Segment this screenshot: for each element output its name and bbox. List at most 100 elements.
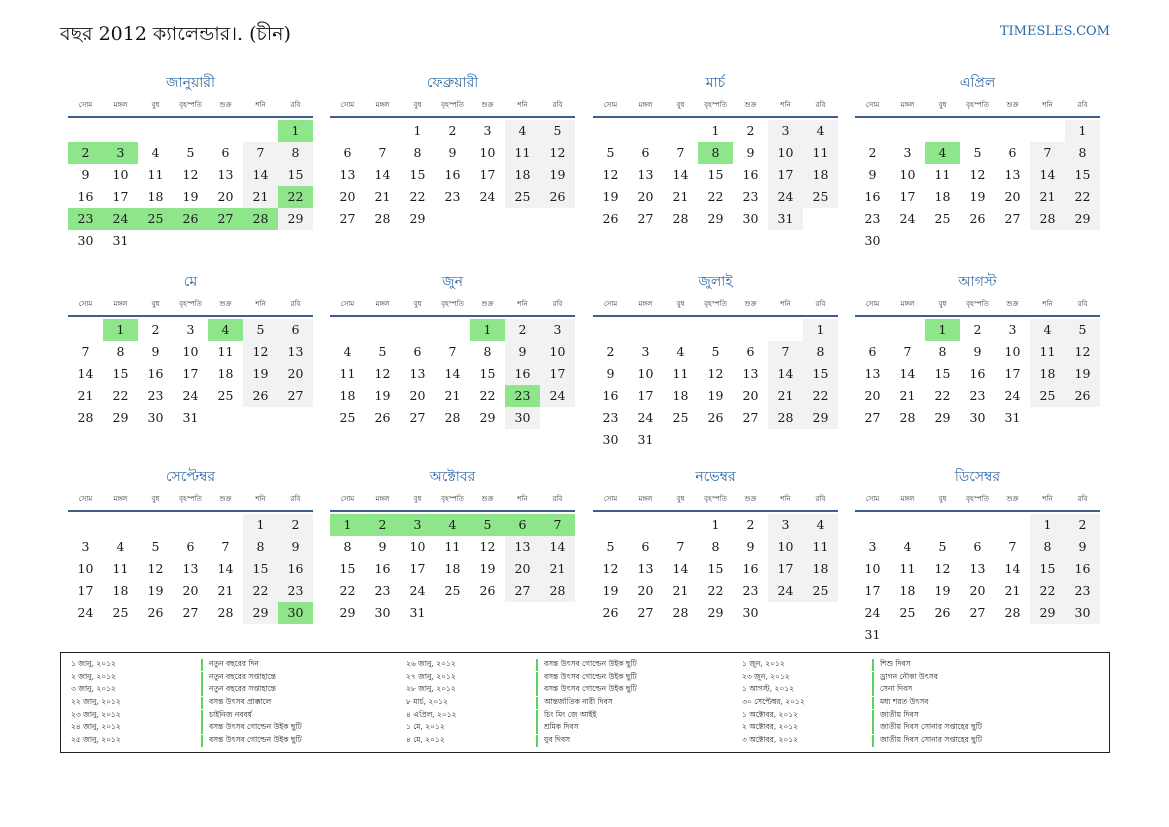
- holiday-day: 8: [698, 142, 733, 164]
- legend-item: ১ মে, ২০১২ শ্রমিক দিবস: [406, 722, 637, 735]
- day-cell: 11: [147, 167, 164, 182]
- holiday-day: 1: [925, 319, 960, 341]
- day-cell: 25: [934, 211, 951, 226]
- day-cell: 28: [1030, 208, 1065, 230]
- day-cell: 22: [409, 189, 426, 204]
- day-cell: 21: [768, 385, 803, 407]
- empty-day: [593, 514, 628, 536]
- day-cell: 13: [742, 366, 759, 381]
- day-cell: 15: [339, 561, 356, 576]
- day-cell: 18: [505, 164, 540, 186]
- day-cell: 8: [116, 344, 125, 359]
- legend-item: ১ আগস্ট, ২০১২ সেনা দিবস: [742, 684, 982, 697]
- empty-day: [593, 319, 628, 341]
- empty-day: [173, 120, 208, 142]
- legend-column: ২৬ জানু, ২০১২ বসন্ত উৎসব গোল্ডেন উইক ছুটি…: [406, 659, 637, 747]
- day-cell: 15: [409, 167, 426, 182]
- day-cell: 24: [864, 605, 881, 620]
- site-link[interactable]: TIMESLES.COM: [1000, 24, 1110, 39]
- day-cell: 13: [217, 167, 234, 182]
- day-cell: 2: [973, 322, 982, 337]
- empty-day: [628, 514, 663, 536]
- month-calendar: অক্টোবর সোম মঙ্গল বুধ বৃহস্পতি শুক্র শনি রবি 1 2 3…: [330, 467, 575, 624]
- holiday-day: 2: [68, 142, 103, 164]
- holiday-day: 4: [925, 142, 960, 164]
- day-cell: 5: [973, 145, 982, 160]
- day-grid: 1 2 3 4 5 6 7 8 9 10 11 12 13 14 15 16 17 18 19 20 21 22 23 24 2…: [855, 118, 1100, 252]
- day-cell: 16: [147, 366, 164, 381]
- empty-day: [663, 319, 698, 341]
- day-cell: 12: [147, 561, 164, 576]
- holiday-date: ২৬ জানু, ২০১২: [406, 659, 456, 669]
- day-cell: 7: [81, 344, 90, 359]
- day-cell: 19: [182, 189, 199, 204]
- day-cell: 12: [1065, 341, 1100, 363]
- day-cell: 6: [343, 145, 352, 160]
- weekday-label: শুক্র: [481, 300, 494, 308]
- empty-day: [628, 319, 663, 341]
- day-cell: 26: [374, 410, 391, 425]
- day-cell: 21: [243, 186, 278, 208]
- holiday-name: জাতীয় দিবস সোনার সপ্তাহের ছুটি: [872, 722, 982, 735]
- day-cell: 8: [343, 539, 352, 554]
- empty-day: [855, 120, 890, 142]
- day-cell: 5: [151, 539, 160, 554]
- day-cell: 9: [606, 366, 615, 381]
- day-cell: 27: [969, 605, 986, 620]
- day-cell: 4: [151, 145, 160, 160]
- empty-day: [733, 319, 768, 341]
- weekday-label: রবি: [290, 300, 301, 308]
- day-cell: 18: [934, 189, 951, 204]
- day-cell: 25: [339, 410, 356, 425]
- month-calendar: সেপ্টেম্বর সোম মঙ্গল বুধ বৃহস্পতি শুক্র শনি রবি…: [68, 467, 313, 624]
- day-cell: 9: [278, 536, 313, 558]
- day-cell: 12: [479, 539, 496, 554]
- day-cell: 5: [938, 539, 947, 554]
- weekday-label: শনি: [780, 300, 791, 308]
- weekday-label: রবি: [815, 101, 826, 109]
- day-cell: 2: [448, 123, 457, 138]
- day-cell: 6: [1008, 145, 1017, 160]
- empty-day: [925, 120, 960, 142]
- day-cell: 19: [707, 388, 724, 403]
- day-cell: 6: [278, 319, 313, 341]
- day-cell: 10: [768, 536, 803, 558]
- weekday-label: মঙ্গল: [113, 495, 128, 503]
- day-cell: 12: [374, 366, 391, 381]
- legend-item: ২ জানু, ২০১২ নতুন বছরের সপ্তাহান্তে: [71, 671, 302, 685]
- day-cell: 16: [969, 366, 986, 381]
- empty-day: [400, 319, 435, 341]
- day-cell: 16: [1065, 558, 1100, 580]
- month-name: মার্চ: [705, 75, 726, 91]
- day-cell: 28: [672, 211, 689, 226]
- day-cell: 26: [1065, 385, 1100, 407]
- weekday-label: সোম: [865, 101, 880, 109]
- weekday-header: সোম মঙ্গল বুধ বৃহস্পতি শুক্র শনি রবি: [68, 488, 313, 510]
- weekday-label: শনি: [1042, 300, 1053, 308]
- day-cell: 7: [903, 344, 912, 359]
- day-cell: 7: [676, 539, 685, 554]
- day-cell: 13: [637, 167, 654, 182]
- weekday-label: বুধ: [413, 495, 422, 503]
- day-cell: 6: [186, 539, 195, 554]
- weekday-label: বৃহস্পতি: [441, 101, 464, 109]
- day-cell: 8: [803, 341, 838, 363]
- day-cell: 19: [969, 189, 986, 204]
- day-cell: 28: [768, 407, 803, 429]
- day-cell: 13: [637, 561, 654, 576]
- weekday-label: শুক্র: [481, 101, 494, 109]
- day-cell: 6: [641, 539, 650, 554]
- day-cell: 16: [864, 189, 881, 204]
- page-title: বছর 2012 ক্যালেন্ডার।. (চীন): [60, 23, 291, 45]
- day-cell: 18: [217, 366, 234, 381]
- day-cell: 15: [278, 164, 313, 186]
- day-cell: 26: [969, 211, 986, 226]
- day-cell: 25: [112, 605, 129, 620]
- day-cell: 10: [768, 142, 803, 164]
- day-cell: 20: [182, 583, 199, 598]
- holiday-date: ১ অক্টোবর, ২০১২: [742, 709, 799, 719]
- holiday-day: 1: [470, 319, 505, 341]
- day-cell: 24: [479, 189, 496, 204]
- day-cell: 11: [1030, 341, 1065, 363]
- day-cell: 10: [77, 561, 94, 576]
